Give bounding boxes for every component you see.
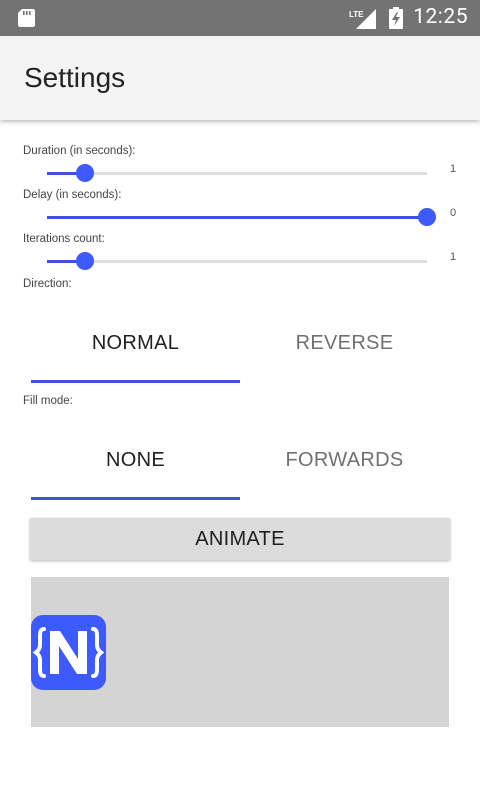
tab-normal[interactable]: NORMAL [31,303,240,383]
direction-tabs: NORMAL REVERSE [31,303,449,383]
slider-track [47,172,427,175]
duration-value: 1 [450,163,457,175]
slider-thumb[interactable] [76,252,94,270]
tab-forwards[interactable]: FORWARDS [240,420,449,500]
tab-reverse-label: REVERSE [295,331,394,354]
animation-stage [31,577,449,727]
slider-thumb[interactable] [418,208,436,226]
status-bar: LTE 12:25 [0,0,480,36]
duration-slider[interactable] [47,162,427,184]
fill-mode-label: Fill mode: [23,395,73,407]
battery-charging-icon [389,7,403,29]
app-bar: Settings [0,36,480,120]
delay-slider[interactable] [47,206,436,228]
lte-label: LTE [349,10,364,19]
page-title: Settings [24,62,126,93]
status-time: 12:25 [413,5,468,29]
lte-signal-icon: LTE [349,9,376,29]
delay-label: Delay (in seconds): [23,189,122,201]
tab-reverse[interactable]: REVERSE [240,303,449,383]
direction-label: Direction: [23,278,72,290]
slider-fill [47,216,427,219]
tab-indicator [31,497,240,500]
sd-card-icon [18,9,35,27]
fill-mode-tabs: NONE FORWARDS [31,420,449,500]
delay-value: 0 [450,207,457,219]
tab-forwards-label: FORWARDS [285,448,404,471]
nativescript-logo-icon [31,615,106,690]
tab-none[interactable]: NONE [31,420,240,500]
tab-indicator [31,380,240,383]
iterations-label: Iterations count: [23,233,105,245]
tab-none-label: NONE [106,448,165,471]
tab-normal-label: NORMAL [91,331,180,354]
duration-label: Duration (in seconds): [23,145,136,157]
iterations-value: 1 [450,251,457,263]
slider-track [47,260,427,263]
animate-button[interactable]: ANIMATE [30,518,450,560]
slider-thumb[interactable] [76,164,94,182]
iterations-slider[interactable] [47,250,427,272]
